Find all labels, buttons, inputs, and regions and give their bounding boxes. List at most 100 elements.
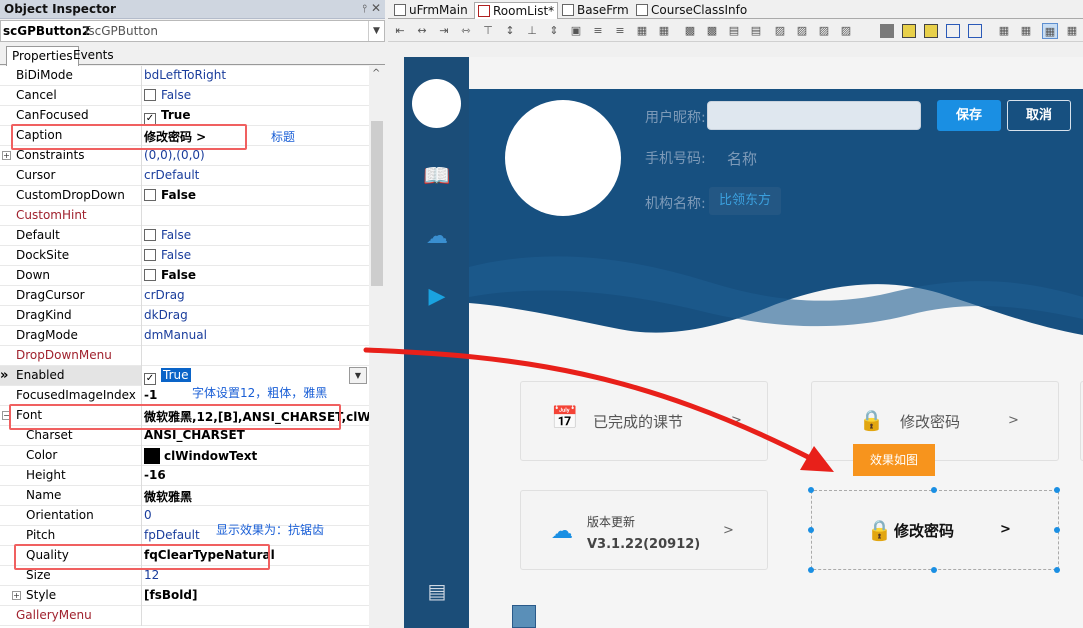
checkbox-checked[interactable]: ✓ [144, 373, 156, 385]
tab-courseclassinfo[interactable]: CourseClassInfo [636, 2, 747, 19]
cancel-button[interactable]: 取消 [1007, 100, 1071, 131]
cloud-icon[interactable]: ☁ [422, 223, 452, 251]
distribute-icon[interactable]: ▦ [656, 23, 672, 39]
tab-roomlist[interactable]: RoomList* [474, 2, 559, 19]
increment-h-icon[interactable]: ≡ [590, 23, 606, 39]
completed-lessons-card[interactable]: 📅 已完成的课节 > [520, 381, 768, 461]
property-row[interactable]: Default False [0, 226, 369, 246]
designed-form: 📖 ☁ ▶ ▤ 用户昵称: 保存 取消 手机号码: 名称 机构名称: 比领东方 … [404, 57, 1083, 628]
resize-handle[interactable] [808, 487, 814, 493]
property-row[interactable]: BiDiMode bdLeftToRight [0, 66, 369, 86]
tab-ufrmmain[interactable]: uFrmMain [394, 2, 468, 19]
snap-icon[interactable]: ▦ [1018, 23, 1034, 39]
align-grid-icon[interactable]: ▩ [682, 23, 698, 39]
change-password-preview-card[interactable]: 🔒 修改密码 > [811, 490, 1059, 570]
resize-handle[interactable] [1054, 567, 1060, 573]
lock-controls-icon[interactable] [880, 24, 894, 38]
property-row[interactable]: DragKind dkDrag [0, 306, 369, 326]
checkbox[interactable] [144, 249, 156, 261]
space-horizontal-icon[interactable]: ⇿ [458, 23, 474, 39]
chevron-up-icon[interactable]: ^ [372, 68, 380, 79]
creation-order-icon[interactable] [968, 24, 982, 38]
checkbox[interactable] [144, 229, 156, 241]
decrement-h-icon[interactable]: ≡ [612, 23, 628, 39]
send-back-icon[interactable] [924, 24, 938, 38]
classroom-icon[interactable]: ▤ [422, 577, 452, 605]
property-row[interactable]: Down False [0, 266, 369, 286]
property-row[interactable]: DragCursor crDrag [0, 286, 369, 306]
property-row[interactable]: DockSite False [0, 246, 369, 266]
user-avatar[interactable] [505, 100, 621, 216]
equal-space-icon[interactable]: ▦ [634, 23, 650, 39]
component-selector[interactable]: scGPButton2 TscGPButton ▼ [0, 20, 385, 42]
highlight-caption [11, 124, 247, 150]
size-to-grid-icon[interactable]: ▩ [704, 23, 720, 39]
book-icon[interactable]: 📖 [422, 163, 452, 191]
sidebar-avatar[interactable] [412, 79, 461, 128]
center-window-icon[interactable]: ▣ [568, 23, 584, 39]
resize-handle[interactable] [1054, 527, 1060, 533]
bring-front-icon[interactable] [902, 24, 916, 38]
align-left-icon[interactable]: ⇤ [392, 23, 408, 39]
property-row[interactable]: Cursor crDefault [0, 166, 369, 186]
chevron-down-icon[interactable]: ▼ [368, 21, 384, 41]
expand-icon[interactable]: + [2, 151, 11, 160]
version-card[interactable]: ☁ 版本更新 V3.1.22(20912) > [520, 490, 768, 570]
lock-icon: 🔒 [859, 408, 884, 432]
chevron-down-icon[interactable]: ▼ [349, 367, 367, 384]
component-class: TscGPButton [83, 24, 158, 38]
checkbox[interactable] [144, 269, 156, 281]
align-right-icon[interactable]: ⇥ [436, 23, 452, 39]
align-top-icon[interactable]: ⊤ [480, 23, 496, 39]
tab-order-icon[interactable] [946, 24, 960, 38]
checkbox[interactable] [144, 189, 156, 201]
card-title: 修改密码 [900, 413, 961, 431]
form-icon [636, 4, 648, 16]
video-icon[interactable]: ▶ [422, 283, 452, 311]
version-title: 版本更新 [587, 515, 636, 529]
align-middle-icon[interactable]: ↕ [502, 23, 518, 39]
close-icon[interactable]: ✕ [371, 1, 381, 15]
property-row[interactable]: Cancel False [0, 86, 369, 106]
pin-icon[interactable]: ⫯ [362, 2, 367, 16]
view-icon[interactable]: ▦ [1064, 23, 1080, 39]
height-icon[interactable]: ▤ [748, 23, 764, 39]
property-row[interactable]: Color clWindowText [0, 446, 369, 466]
tab-events[interactable]: Events [68, 46, 119, 65]
resize-handle[interactable] [931, 487, 937, 493]
property-row[interactable]: GalleryMenu [0, 606, 369, 626]
align-center-icon[interactable]: ↔ [414, 23, 430, 39]
resize-handle[interactable] [808, 527, 814, 533]
expand-icon[interactable]: + [12, 591, 21, 600]
property-row[interactable]: Height -16 [0, 466, 369, 486]
scrollbar-thumb[interactable] [371, 121, 383, 286]
change-password-card[interactable]: 🔒 修改密码 > [811, 381, 1059, 461]
match-size-icon[interactable]: ▨ [816, 23, 832, 39]
property-row[interactable]: CustomDropDown False [0, 186, 369, 206]
match-width-icon[interactable]: ▨ [772, 23, 788, 39]
width-icon[interactable]: ▤ [726, 23, 742, 39]
highlight-quality [14, 544, 270, 570]
tab-basefrm[interactable]: BaseFrm [562, 2, 629, 19]
guidelines-icon[interactable]: ▦ [1042, 23, 1058, 39]
property-row[interactable]: DragMode dmManual [0, 326, 369, 346]
match-height-icon[interactable]: ▨ [794, 23, 810, 39]
resize-handle[interactable] [1054, 487, 1060, 493]
resize-handle[interactable] [808, 567, 814, 573]
resize-handle[interactable] [931, 567, 937, 573]
save-button[interactable]: 保存 [937, 100, 1001, 131]
nickname-input[interactable] [707, 101, 921, 130]
align-bottom-icon[interactable]: ⊥ [524, 23, 540, 39]
property-row[interactable]: + Style [fsBold] [0, 586, 369, 606]
property-row[interactable]: DropDownMenu [0, 346, 369, 366]
property-row-enabled[interactable]: Enabled ✓ True ▼ [0, 366, 369, 386]
grid-toggle-icon[interactable]: ▦ [996, 23, 1012, 39]
inspector-scrollbar[interactable]: ^ [369, 66, 385, 628]
note-caption: 标题 [271, 130, 296, 144]
property-row[interactable]: Name 微软雅黑 [0, 486, 369, 506]
property-row[interactable]: CanFocused ✓ True [0, 106, 369, 126]
scale-icon[interactable]: ▨ [838, 23, 854, 39]
property-row[interactable]: CustomHint [0, 206, 369, 226]
space-vertical-icon[interactable]: ⇕ [546, 23, 562, 39]
checkbox[interactable] [144, 89, 156, 101]
